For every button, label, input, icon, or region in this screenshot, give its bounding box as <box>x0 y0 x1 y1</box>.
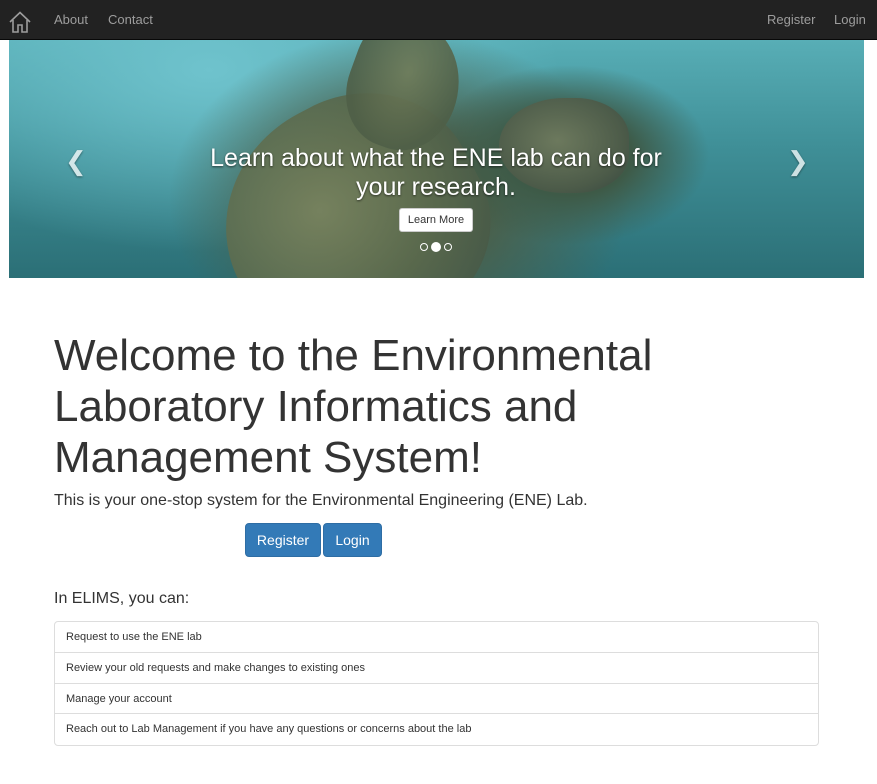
features-list: Request to use the ENE lab Review your o… <box>54 621 819 746</box>
nav-about-link[interactable]: About <box>54 12 88 28</box>
register-button[interactable]: Register <box>245 523 321 557</box>
list-item: Reach out to Lab Management if you have … <box>66 723 472 736</box>
carousel-caption-line-2: your research. <box>356 173 516 201</box>
nav-login-link[interactable]: Login <box>834 12 866 28</box>
carousel-indicator-1[interactable] <box>420 243 428 251</box>
hero-carousel: ❮ ❯ Learn about what the ENE lab can do … <box>9 40 864 278</box>
list-item: Review your old requests and make change… <box>55 653 818 684</box>
features-heading: In ELIMS, you can: <box>54 590 190 607</box>
carousel-caption-line-1: Learn about what the ENE lab can do for <box>210 144 662 172</box>
carousel-indicator-2[interactable] <box>431 242 441 252</box>
login-button[interactable]: Login <box>323 523 382 557</box>
carousel-caption: Learn about what the ENE lab can do for … <box>181 144 691 202</box>
chevron-left-icon[interactable]: ❮ <box>65 148 87 174</box>
carousel-indicator-3[interactable] <box>444 243 452 251</box>
learn-more-button[interactable]: Learn More <box>399 208 473 232</box>
list-item: Manage your account <box>55 684 818 715</box>
list-item: Request to use the ENE lab <box>55 622 818 653</box>
nav-register-link[interactable]: Register <box>767 12 815 28</box>
home-icon[interactable] <box>7 9 33 35</box>
page-title: Welcome to the Environmental Laboratory … <box>54 331 653 482</box>
page-subtitle: This is your one-stop system for the Env… <box>54 492 588 509</box>
nav-contact-link[interactable]: Contact <box>108 12 153 28</box>
top-navbar: About Contact Register Login <box>0 0 877 40</box>
chevron-right-icon[interactable]: ❯ <box>787 148 809 174</box>
carousel-indicators <box>419 242 455 252</box>
